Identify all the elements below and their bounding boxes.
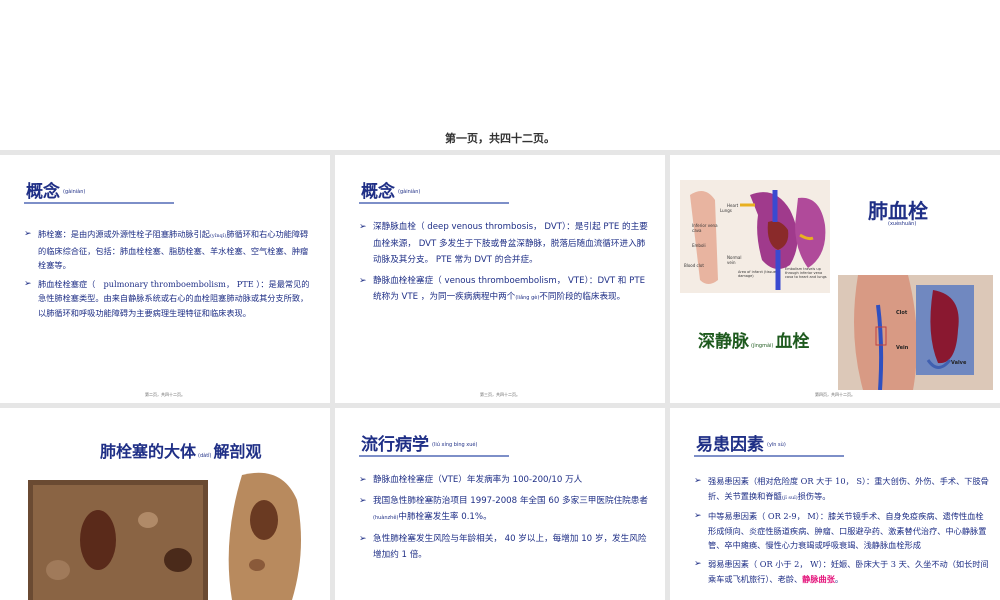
title-underline [359, 455, 509, 457]
slide-footer: 第三页，共四十二页。 [480, 392, 520, 397]
leg-label-vein: Vein [896, 345, 909, 351]
diagram-label-emboli: Emboli [692, 243, 706, 248]
title-text: 易患因素 [696, 435, 764, 455]
highlight-text: 静脉曲张 [802, 573, 835, 584]
title-ruby: (gàiniàn) [398, 189, 421, 195]
title-text: 肺栓塞的大体 [100, 442, 197, 461]
list-item: 中等易患因素（ OR 2-9， M）：膝关节镜手术、自身免疫疾病、遗传性血栓形成… [694, 509, 990, 553]
item-ruby: (yǐnqǐ) [209, 233, 227, 239]
leg-label-clot: Clot [896, 310, 908, 316]
slide-concept-1[interactable]: 概念(gàiniàn) 肺栓塞：是由内源或外源性栓子阻塞肺动脉引起(yǐnqǐ)… [0, 155, 330, 403]
item-text: 。 [834, 573, 844, 584]
item-text: 中等易患因素（ OR 2-9， M）：膝关节镜手术、自身免疫疾病、遗传性血栓形成… [708, 511, 987, 551]
bullet-list: 深静脉血栓（ deep venous thrombosis， DVT）：是引起 … [359, 219, 649, 311]
title-text: 肺血栓 [868, 199, 928, 223]
leg-dvt-illustration [838, 275, 993, 390]
item-text: 我国急性肺栓塞防治项目 1997-2008 年全国 60 多家三甲医院住院患者 [373, 495, 648, 506]
item-ruby: (jǐ suǐ) [781, 494, 798, 501]
list-item: 静脉血栓栓塞症（VTE）年发病率为 100-200/10 万人 [359, 472, 651, 489]
bullet-list: 静脉血栓栓塞症（VTE）年发病率为 100-200/10 万人 我国急性肺栓塞防… [359, 472, 651, 568]
item-ruby: (huànzhě) [373, 515, 399, 521]
title-text: 解剖观 [213, 442, 262, 461]
diagram-label-infarct: Area of infarct (tissue damage) [738, 270, 776, 278]
title-text: 血栓 [775, 332, 810, 352]
title-ruby: (jìngmài) [751, 343, 774, 349]
diagram-label: Lungs [720, 208, 732, 213]
title-ruby: (yīn sù) [767, 442, 786, 448]
title-pulmonary-thrombus: 肺血栓 [868, 195, 928, 224]
item-text: 肺栓塞：是由内源或外源性栓子阻塞肺动脉引起 [38, 229, 210, 239]
lung-specimen-photo [28, 480, 208, 600]
diagram-label-normal-vein: Normal vein [727, 255, 742, 265]
diagram-label-ivc: Inferior vena cava [692, 223, 718, 233]
list-item: 强易患因素（相对危险度 OR 大于 10， S）：重大创伤、外伤、手术、下肢骨折… [694, 474, 990, 505]
title-underline [359, 202, 509, 204]
slide-epidemiology[interactable]: 流行病学(liú xíng bìng xué) 静脉血栓栓塞症（VTE）年发病率… [335, 408, 665, 600]
title-dvt: 深静脉 (jìngmài) 血栓 [698, 331, 818, 357]
title-text: 流行病学 [361, 435, 429, 455]
title-underline [24, 202, 174, 204]
title-underline [694, 455, 844, 457]
item-text: 弱易患因素（ OR 小于 2， W）：妊娠、卧床大于 3 天、久坐不动（如长时间… [708, 558, 989, 584]
title-text: 概念 [26, 182, 60, 202]
item-text: 中肺栓塞发生率 0.1%。 [398, 512, 492, 522]
slide-title: 易患因素 (yīn sù) [696, 430, 786, 455]
list-item: 静脉血栓栓塞症（ venous thromboembolism， VTE）：DV… [359, 273, 649, 307]
diagram-label-heart: Heart [727, 203, 739, 208]
list-item: 急性肺栓塞发生风险与年龄相关， 40 岁以上，每增加 10 岁，发生风险增加约 … [359, 531, 651, 564]
slide-gross-anatomy[interactable]: 肺栓塞的大体 (dàtǐ) 解剖观 [0, 408, 330, 600]
lung-cross-section-photo [228, 472, 301, 600]
bullet-list: 肺栓塞：是由内源或外源性栓子阻塞肺动脉引起(yǐnqǐ)肺循环和右心功能障碍的临… [24, 227, 310, 324]
title-ruby: (gàiniàn) [63, 189, 86, 195]
slide-risk-factors[interactable]: 易患因素(yīn sù) 强易患因素（相对危险度 OR 大于 10， S）：重大… [670, 408, 1000, 600]
diagram-label-blood-clot: Blood clot [684, 263, 704, 268]
diagram-label-travel: Embolism travels up through inferior ven… [785, 267, 827, 279]
slide-thrombus-images[interactable]: Lungs Inferior vena cava Emboli Heart No… [670, 155, 1000, 403]
list-item: 肺血栓栓塞症（ pulmonary thromboembolism， PTE ）… [24, 277, 310, 321]
item-text: 强易患因素（相对危险度 OR 大于 10， S）：重大创伤、外伤、手术、下肢骨折… [708, 476, 989, 501]
title-ruby: (xuèshuān) [888, 221, 917, 227]
item-text: 不同阶段的临床表现。 [539, 292, 626, 302]
slide-title: 概念 (gàiniàn) [361, 177, 420, 202]
item-text: 肺血栓栓塞症（ pulmonary thromboembolism， PTE ）… [38, 278, 310, 318]
blank-slide-area [0, 0, 1000, 150]
slide-title: 概念 (gàiniàn) [26, 177, 85, 202]
title-text: 深静脉 [698, 332, 749, 352]
slide-title: 肺栓塞的大体 (dàtǐ) 解剖观 [100, 438, 262, 462]
item-ruby: (liǎng gè) [515, 295, 540, 301]
leg-label-valve: Valve [951, 360, 967, 366]
item-text: 急性肺栓塞发生风险与年龄相关， 40 岁以上，每增加 10 岁，发生风险增加约 … [373, 533, 647, 561]
item-text: 深静脉血栓（ deep venous thrombosis， DVT）：是引起 … [373, 222, 648, 265]
page-counter: 第一页，共四十二页。 [445, 132, 555, 145]
list-item: 我国急性肺栓塞防治项目 1997-2008 年全国 60 多家三甲医院住院患者 (… [359, 493, 651, 527]
item-text: 损伤等。 [797, 490, 831, 501]
bullet-list: 强易患因素（相对危险度 OR 大于 10， S）：重大创伤、外伤、手术、下肢骨折… [694, 474, 990, 590]
list-item: 深静脉血栓（ deep venous thrombosis， DVT）：是引起 … [359, 219, 649, 269]
title-ruby: (liú xíng bìng xué) [432, 442, 478, 448]
title-text: 概念 [361, 182, 395, 202]
list-item: 弱易患因素（ OR 小于 2， W）：妊娠、卧床大于 3 天、久坐不动（如长时间… [694, 557, 990, 586]
slide-footer: 第二页，共四十二页。 [145, 392, 185, 397]
slide-concept-2[interactable]: 概念(gàiniàn) 深静脉血栓（ deep venous thrombosi… [335, 155, 665, 403]
slide-footer: 第四页，共四十二页。 [815, 392, 855, 397]
slide-title: 流行病学 (liú xíng bìng xué) [361, 430, 477, 455]
title-ruby: (dàtǐ) [198, 453, 212, 459]
item-text: 静脉血栓栓塞症（VTE）年发病率为 100-200/10 万人 [373, 475, 583, 485]
list-item: 肺栓塞：是由内源或外源性栓子阻塞肺动脉引起(yǐnqǐ)肺循环和右心功能障碍的临… [24, 227, 310, 273]
